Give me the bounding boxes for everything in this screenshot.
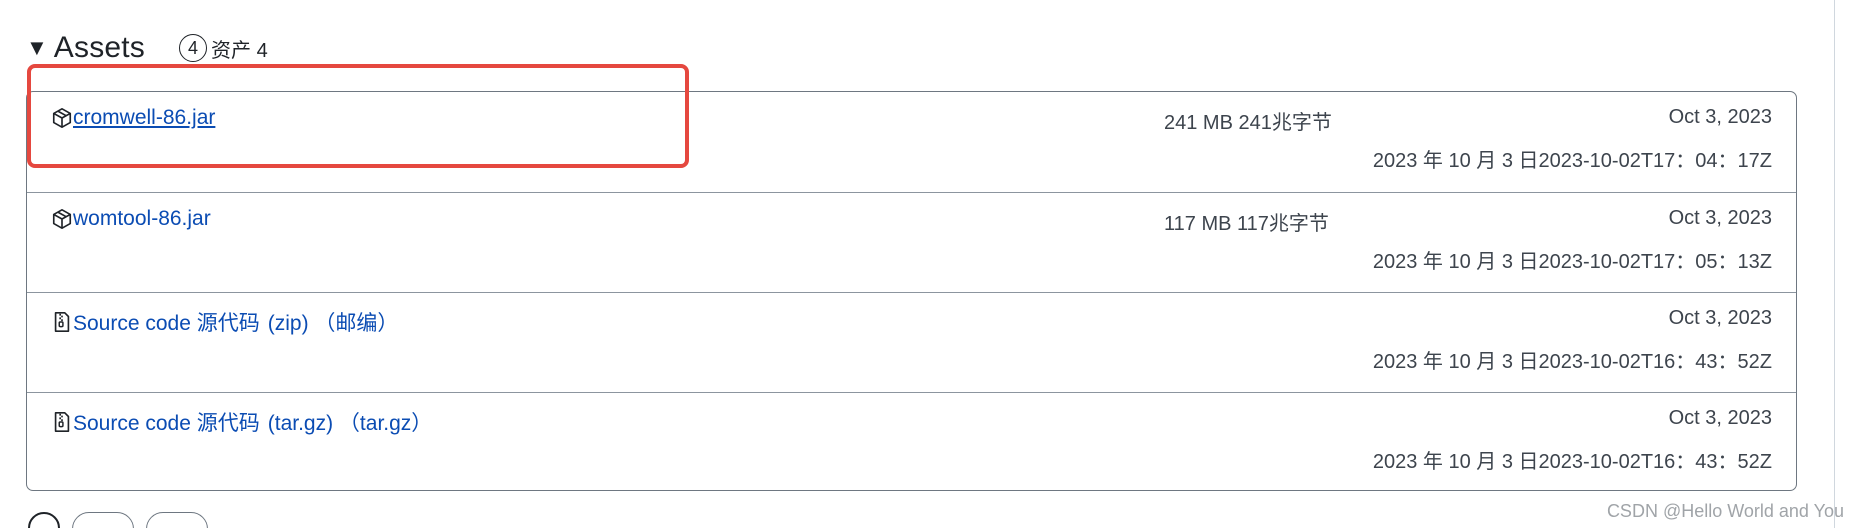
asset-link[interactable]: Source code 源代码 <box>73 407 260 437</box>
asset-date: Oct 3, 2023 <box>1668 207 1772 229</box>
asset-name[interactable]: Source code 源代码 (tar.gz) （tar.gz） <box>51 407 432 437</box>
asset-row: Source code 源代码 (tar.gz) （tar.gz） Oct 3,… <box>27 392 1796 490</box>
asset-format-label[interactable]: (zip) （邮编） <box>268 307 399 337</box>
asset-size: 241 MB 241兆字节 <box>1164 112 1332 134</box>
asset-timestamp: 2023 年 10 月 3 日2023-10-02T16：43：52Z <box>1372 351 1772 373</box>
asset-row: Source code 源代码 (zip) （邮编） Oct 3, 2023 2… <box>27 292 1796 392</box>
assets-header[interactable]: ▼ Assets 4 资产 4 <box>26 28 268 68</box>
assets-count-label: 资产 4 <box>211 39 268 62</box>
asset-date: Oct 3, 2023 <box>1668 407 1772 429</box>
asset-timestamp: 2023 年 10 月 3 日2023-10-02T17：04：17Z <box>1372 150 1772 172</box>
asset-name[interactable]: Source code 源代码 (zip) （邮编） <box>51 307 398 337</box>
release-page: ▼ Assets 4 资产 4 cromwell-86.jar 241 MB 2… <box>0 0 1854 528</box>
asset-size: 117 MB 117兆字节 <box>1164 213 1329 235</box>
content-right-border <box>1834 0 1835 528</box>
asset-timestamp: 2023 年 10 月 3 日2023-10-02T16：43：52Z <box>1372 451 1772 473</box>
package-icon <box>52 108 72 128</box>
asset-name[interactable]: cromwell-86.jar <box>51 106 215 130</box>
assets-title: Assets <box>53 31 146 64</box>
asset-format-label[interactable]: (tar.gz) （tar.gz） <box>268 407 433 437</box>
file-zip-icon <box>54 412 70 432</box>
asset-name[interactable]: womtool-86.jar <box>51 207 211 231</box>
assets-count-badge: 4 <box>179 34 208 62</box>
reaction-button[interactable] <box>146 512 208 528</box>
asset-link[interactable]: Source code 源代码 <box>73 307 260 337</box>
asset-timestamp: 2023 年 10 月 3 日2023-10-02T17：05：13Z <box>1372 251 1772 273</box>
asset-row: womtool-86.jar 117 MB 117兆字节 Oct 3, 2023… <box>27 192 1796 292</box>
disclosure-triangle-icon[interactable]: ▼ <box>26 37 48 59</box>
reaction-button[interactable] <box>72 512 134 528</box>
asset-link[interactable]: cromwell-86.jar <box>73 106 215 130</box>
asset-link[interactable]: womtool-86.jar <box>73 207 211 231</box>
smiley-icon[interactable] <box>28 512 60 528</box>
asset-row: cromwell-86.jar 241 MB 241兆字节 Oct 3, 202… <box>27 92 1796 192</box>
assets-list: cromwell-86.jar 241 MB 241兆字节 Oct 3, 202… <box>26 91 1797 491</box>
file-zip-icon <box>54 312 70 332</box>
asset-date: Oct 3, 2023 <box>1668 106 1772 128</box>
asset-date: Oct 3, 2023 <box>1668 307 1772 329</box>
package-icon <box>52 209 72 229</box>
watermark: CSDN @Hello World and You <box>1606 501 1844 521</box>
